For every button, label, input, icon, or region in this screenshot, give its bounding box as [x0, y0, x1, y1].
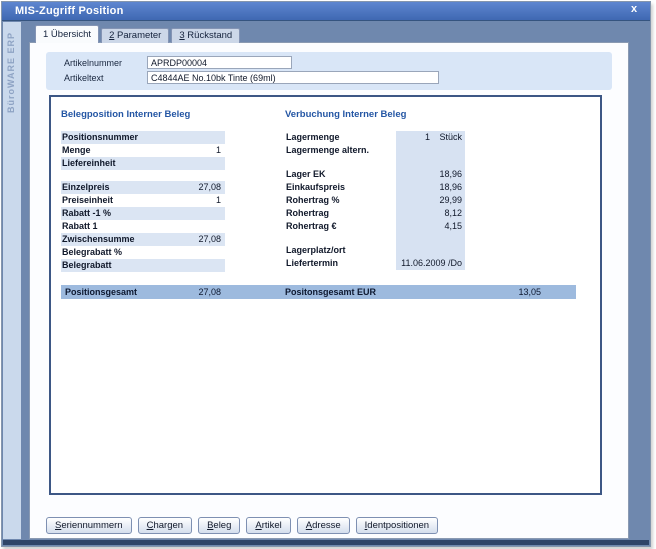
- positionsgesamt-eur-value: 13,05: [461, 285, 541, 299]
- row-label: Menge: [61, 144, 165, 157]
- brand-vertical-text: BüroWARE ERP: [6, 32, 16, 113]
- row-label: Rohertrag: [285, 207, 396, 220]
- row-label: Rohertrag %: [285, 194, 396, 207]
- row-rabatt-1: Rabatt 1: [61, 220, 225, 233]
- row-lagermenge: Lagermenge1Stück: [285, 131, 465, 144]
- row-label: Zwischensumme: [61, 233, 165, 246]
- artikelnummer-input[interactable]: [147, 56, 292, 69]
- row-label: Rabatt -1 %: [61, 207, 165, 220]
- row-belegrabatt: Belegrabatt %: [61, 246, 225, 259]
- row-lagerplatz-ort: Lagerplatz/ort: [285, 244, 465, 257]
- row-value: 8,12: [396, 207, 465, 220]
- row-value: 11.06.2009 /Do: [396, 257, 465, 270]
- article-header-box: Artikelnummer Artikeltext: [46, 52, 612, 90]
- row-label: Lagerplatz/ort: [285, 244, 396, 257]
- row-label: Belegrabatt %: [61, 246, 165, 259]
- row-label: Belegrabatt: [61, 259, 165, 272]
- row-preiseinheit: Preiseinheit1: [61, 194, 225, 207]
- row-value: 1: [396, 131, 430, 144]
- beleg-button[interactable]: Beleg: [198, 517, 240, 534]
- artikelnummer-label: Artikelnummer: [64, 58, 122, 68]
- button-bar: Seriennummern Chargen Beleg Artikel Adresse I…: [46, 517, 438, 534]
- row-value: [165, 207, 225, 220]
- row-label: Rabatt 1: [61, 220, 165, 233]
- totals-bar: Positionsgesamt 27,08 Positonsgesamt EUR…: [61, 285, 576, 299]
- tab-3-rückstand[interactable]: 3 Rückstand: [171, 28, 240, 43]
- close-icon[interactable]: x: [627, 3, 641, 18]
- mis-zugriff-window: MIS-Zugriff Position x BüroWARE ERP 1 Üb…: [1, 1, 651, 547]
- row-value: 18,96: [396, 168, 465, 181]
- row-positionsnummer: Positionsnummer: [61, 131, 225, 144]
- identpositionen-button[interactable]: Identpositionen: [356, 517, 438, 534]
- artikeltext-input[interactable]: [147, 71, 439, 84]
- row-value: 18,96: [396, 181, 465, 194]
- row-spacer: [285, 233, 465, 244]
- row-rohertrag: Rohertrag8,12: [285, 207, 465, 220]
- row-label: Liefereinheit: [61, 157, 165, 170]
- row-rabatt-1: Rabatt -1 %: [61, 207, 225, 220]
- row-value: 27,08: [165, 233, 225, 246]
- row-value: [396, 244, 465, 257]
- right-rows: Lagermenge1StückLagermenge altern.Lager …: [285, 131, 465, 270]
- row-rohertrag: Rohertrag €4,15: [285, 220, 465, 233]
- row-label: Lagermenge: [285, 131, 396, 144]
- row-spacer: [285, 157, 465, 168]
- tab-bar: 1 Übersicht2 Parameter3 Rückstand: [35, 25, 240, 43]
- row-lager-ek: Lager EK18,96: [285, 168, 465, 181]
- row-label: Rohertrag €: [285, 220, 396, 233]
- left-section-header: Belegposition Interner Beleg: [61, 109, 190, 120]
- row-spacer: [61, 170, 225, 181]
- row-value: 27,08: [165, 181, 225, 194]
- left-rows: PositionsnummerMenge1LiefereinheitEinzel…: [61, 131, 225, 272]
- row-zwischensumme: Zwischensumme27,08: [61, 233, 225, 246]
- row-einzelpreis: Einzelpreis27,08: [61, 181, 225, 194]
- brand-strip: BüroWARE ERP: [3, 22, 21, 539]
- window-title: MIS-Zugriff Position: [2, 5, 123, 17]
- row-value: [165, 246, 225, 259]
- row-menge: Menge1: [61, 144, 225, 157]
- row-label: Lagermenge altern.: [285, 144, 396, 157]
- row-value: 1: [165, 144, 225, 157]
- row-value: [165, 220, 225, 233]
- right-section-header: Verbuchung Interner Beleg: [285, 109, 406, 120]
- chargen-button[interactable]: Chargen: [138, 517, 192, 534]
- positionsgesamt-label: Positionsgesamt: [65, 285, 137, 299]
- row-value: 1: [165, 194, 225, 207]
- row-rohertrag: Rohertrag %29,99: [285, 194, 465, 207]
- tab-2-parameter[interactable]: 2 Parameter: [101, 28, 169, 43]
- row-value: 29,99: [396, 194, 465, 207]
- adresse-button[interactable]: Adresse: [297, 517, 350, 534]
- tab-content-uebersicht: Artikelnummer Artikeltext Belegposition …: [29, 42, 629, 539]
- row-unit: Stück: [430, 131, 465, 144]
- title-bar[interactable]: MIS-Zugriff Position x: [2, 2, 650, 21]
- row-lagermenge-altern: Lagermenge altern.: [285, 144, 465, 157]
- row-label: Preiseinheit: [61, 194, 165, 207]
- tab-1-übersicht[interactable]: 1 Übersicht: [35, 25, 99, 43]
- row-value: [396, 144, 465, 157]
- window-bottom-frame: [3, 540, 649, 545]
- position-data-panel: Belegposition Interner Beleg Verbuchung …: [49, 95, 602, 495]
- row-einkaufspreis: Einkaufspreis18,96: [285, 181, 465, 194]
- positionsgesamt-value: 27,08: [156, 285, 221, 299]
- row-liefereinheit: Liefereinheit: [61, 157, 225, 170]
- row-value: [165, 259, 225, 272]
- row-label: Einkaufspreis: [285, 181, 396, 194]
- row-label: Positionsnummer: [61, 131, 165, 144]
- row-value: [165, 157, 225, 170]
- row-label: Lager EK: [285, 168, 396, 181]
- artikel-button[interactable]: Artikel: [246, 517, 290, 534]
- row-label: Liefertermin: [285, 257, 396, 270]
- row-value: 4,15: [396, 220, 465, 233]
- row-belegrabatt: Belegrabatt: [61, 259, 225, 272]
- artikeltext-label: Artikeltext: [64, 73, 104, 83]
- row-value: [165, 131, 225, 144]
- positionsgesamt-eur-label: Positonsgesamt EUR: [285, 285, 376, 299]
- seriennummern-button[interactable]: Seriennummern: [46, 517, 132, 534]
- row-liefertermin: Liefertermin11.06.2009 /Do: [285, 257, 465, 270]
- row-label: Einzelpreis: [61, 181, 165, 194]
